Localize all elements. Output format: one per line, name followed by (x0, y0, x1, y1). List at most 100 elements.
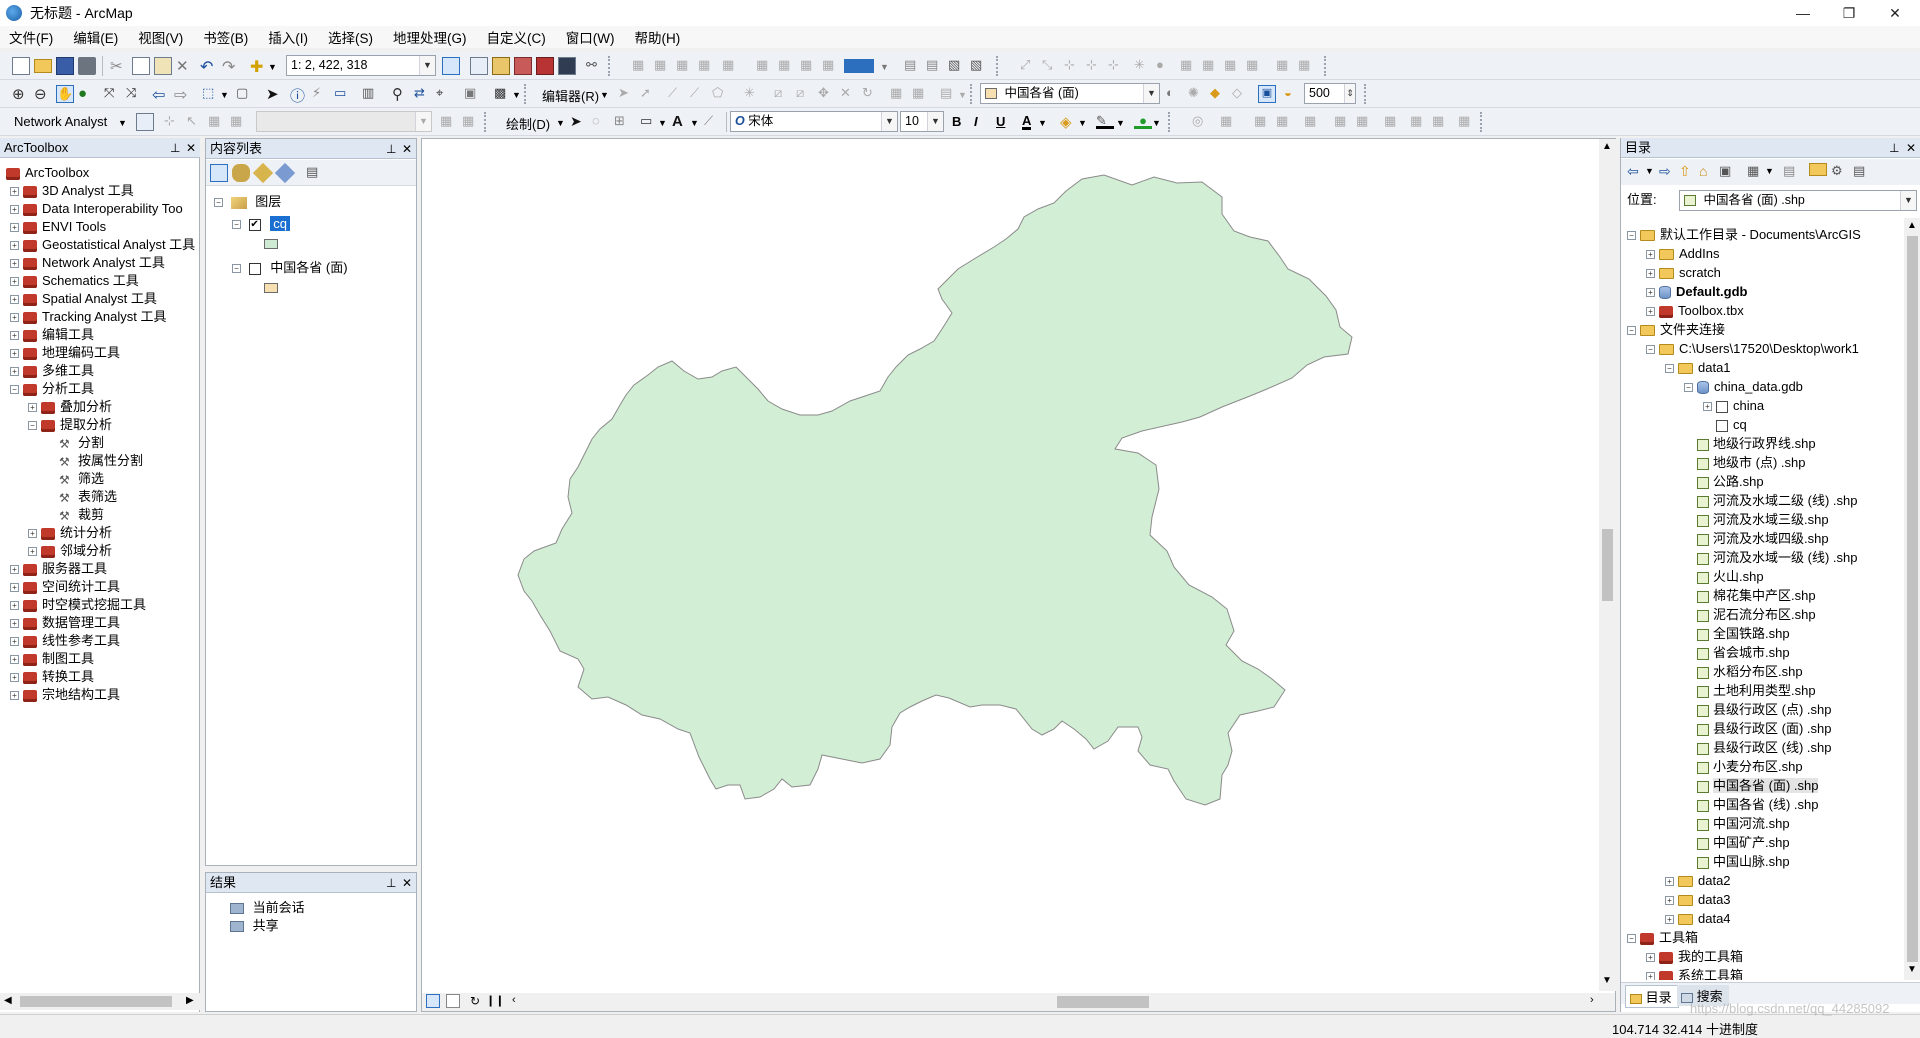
list-by-drawing-order-icon[interactable] (210, 164, 228, 182)
pin-icon[interactable]: ⊥ (386, 873, 396, 893)
collapse-icon[interactable]: − (1627, 326, 1636, 336)
expand-icon[interactable]: + (1646, 307, 1655, 317)
arctoolbox-root[interactable]: ArcToolbox (6, 164, 89, 182)
toolbox-item[interactable]: + Spatial Analyst 工具 (10, 290, 157, 308)
tool-item[interactable]: ⚒ 筛选 (46, 470, 104, 488)
font-size-combo[interactable]: 10 ▼ (900, 111, 944, 132)
expand-icon[interactable]: + (10, 223, 19, 233)
menu-insert[interactable]: 插入(I) (265, 26, 311, 48)
catalog-item[interactable]: 棉花集中产区.shp (1684, 587, 1816, 605)
catalog-item[interactable]: 河流及水域二级 (线) .shp (1684, 492, 1857, 510)
create-viewer-icon[interactable]: ▩ (494, 85, 512, 103)
catalog-item[interactable]: 县级行政区 (线) .shp (1684, 739, 1831, 757)
arctoolbox-hscrollbar[interactable]: ◀ ▶ (0, 993, 200, 1010)
tab-catalog[interactable]: 目录 (1625, 985, 1679, 1008)
catalog-item[interactable]: 省会城市.shp (1684, 644, 1790, 662)
expand-icon[interactable]: + (10, 313, 19, 323)
catalog-item[interactable]: 小麦分布区.shp (1684, 758, 1803, 776)
chongqing-polygon[interactable] (517, 174, 1353, 806)
toolbox-item[interactable]: + 统计分析 (28, 524, 112, 542)
paste-icon[interactable] (154, 57, 172, 75)
expand-icon[interactable]: + (10, 259, 19, 269)
toolbox-item[interactable]: + 宗地结构工具 (10, 686, 120, 704)
editor-toolbar-toggle-icon[interactable] (442, 57, 460, 75)
toolbar-grip[interactable] (1364, 84, 1370, 104)
toolbox-item[interactable]: + 数据管理工具 (10, 614, 120, 632)
catalog-item[interactable]: + 我的工具箱 (1646, 948, 1743, 966)
restore-button[interactable]: ❐ (1826, 0, 1872, 26)
select-elements-icon[interactable]: ➤ (266, 85, 284, 103)
map-view[interactable]: ▲ ▼ ↻ ❙❙ ‹ › (421, 138, 1616, 1012)
expand-icon[interactable]: + (10, 349, 19, 359)
expand-icon[interactable]: + (1646, 288, 1655, 298)
print-icon[interactable] (78, 57, 96, 75)
expand-icon[interactable]: + (28, 403, 37, 413)
layer-symbol-china-provinces[interactable] (264, 283, 278, 293)
layer-visibility-checkbox[interactable] (248, 262, 261, 275)
toolbox-item[interactable]: + Geostatistical Analyst 工具 (10, 236, 195, 254)
catalog-item[interactable]: − 工具箱 (1627, 929, 1698, 947)
fill-color-icon[interactable]: ◈ (1060, 113, 1078, 131)
toolbar-grip[interactable] (996, 56, 1002, 76)
save-icon[interactable] (56, 57, 74, 75)
html-popup-icon[interactable]: ⚡ (312, 85, 330, 103)
refresh-icon[interactable]: ▤ (1853, 163, 1871, 181)
expand-icon[interactable]: + (1703, 402, 1712, 412)
minimize-button[interactable]: — (1780, 0, 1826, 26)
scroll-down-icon[interactable]: ▼ (1907, 964, 1917, 975)
menu-customize[interactable]: 自定义(C) (484, 26, 549, 48)
layers-group[interactable]: − 图层 (214, 193, 281, 211)
options-icon[interactable]: ▤ (306, 164, 324, 182)
catalog-item[interactable]: cq (1703, 416, 1747, 434)
toolbox-item[interactable]: + 叠加分析 (28, 398, 112, 416)
catalog-item[interactable]: + Toolbox.tbx (1646, 302, 1744, 320)
fixed-zoom-in-icon[interactable]: ⤧ (104, 85, 122, 103)
pin-icon[interactable]: ⊥ (1889, 138, 1899, 158)
layout-tool-icon[interactable]: ▤ (926, 57, 944, 75)
collapse-icon[interactable]: − (1665, 364, 1674, 374)
catalog-item[interactable]: 县级行政区 (点) .shp (1684, 701, 1831, 719)
toolbox-item[interactable]: + Data Interoperability Too (10, 200, 183, 218)
menu-edit[interactable]: 编辑(E) (70, 26, 121, 48)
scroll-down-icon[interactable]: ▼ (1602, 975, 1612, 986)
search-window-icon[interactable] (514, 57, 532, 75)
pin-icon[interactable]: ⊥ (386, 139, 396, 159)
tool-item[interactable]: ⚒ 分割 (46, 434, 104, 452)
georeference-icon[interactable]: ▣ (1258, 85, 1276, 103)
menu-windows[interactable]: 窗口(W) (563, 26, 618, 48)
catalog-item[interactable]: 县级行政区 (面) .shp (1684, 720, 1831, 738)
catalog-item[interactable]: 泥石流分布区.shp (1684, 606, 1816, 624)
catalog-item[interactable]: + data4 (1665, 910, 1731, 928)
scroll-left-icon[interactable]: ◀ (4, 995, 12, 1006)
bold-button[interactable]: B (952, 114, 961, 129)
toolbar-grip[interactable] (970, 84, 976, 104)
collapse-icon[interactable]: − (232, 264, 241, 274)
catalog-item[interactable]: + scratch (1646, 264, 1721, 282)
network-analyst-menu[interactable]: Network Analyst (14, 114, 107, 129)
layer-name-cq[interactable]: cq (270, 216, 290, 231)
select-elements-icon[interactable]: ➤ (570, 113, 588, 131)
close-icon[interactable]: ✕ (186, 138, 196, 158)
scroll-right-icon[interactable]: ▶ (186, 995, 194, 1006)
menu-view[interactable]: 视图(V) (135, 26, 186, 48)
toolbox-item[interactable]: + ENVI Tools (10, 218, 106, 236)
close-button[interactable]: ✕ (1872, 0, 1918, 26)
refresh-icon[interactable]: ↻ (470, 994, 480, 1008)
catalog-item[interactable]: + 系统工具箱 (1646, 967, 1743, 980)
toolbox-item[interactable]: + 线性参考工具 (10, 632, 120, 650)
collapse-icon[interactable]: − (232, 220, 241, 230)
catalog-item[interactable]: 河流及水域一级 (线) .shp (1684, 549, 1857, 567)
catalog-item[interactable]: − C:\Users\17520\Desktop\work1 (1646, 340, 1859, 358)
close-icon[interactable]: ✕ (402, 873, 412, 893)
chevron-down-icon[interactable]: ▼ (880, 62, 898, 80)
expand-icon[interactable]: + (1665, 877, 1674, 887)
toolbox-item[interactable]: + Network Analyst 工具 (10, 254, 165, 272)
toolbox-item[interactable]: + 编辑工具 (10, 326, 94, 344)
results-shared[interactable]: 共享 (230, 917, 279, 935)
tool-item[interactable]: ⚒ 裁剪 (46, 506, 104, 524)
map-canvas[interactable] (422, 139, 1597, 991)
catalog-item[interactable]: 河流及水域四级.shp (1684, 530, 1829, 548)
flicker-icon[interactable]: ◇ (1232, 85, 1250, 103)
find-icon[interactable]: ⚲ (392, 85, 410, 103)
catalog-item[interactable]: 中国河流.shp (1684, 815, 1790, 833)
